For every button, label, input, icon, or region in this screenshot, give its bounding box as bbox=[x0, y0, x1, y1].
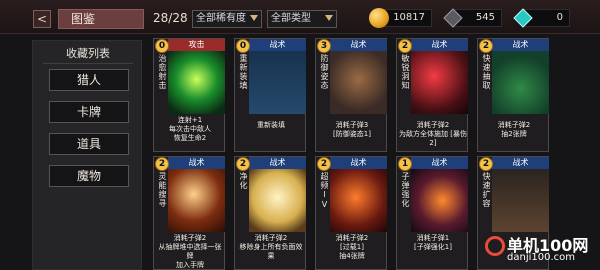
card[interactable]: 战术 2 灵能搜寻 消耗子弹2 从抽牌堆中选择一张牌 加入手牌 bbox=[153, 156, 225, 270]
card-art bbox=[492, 51, 549, 114]
gold-amount: 10817 bbox=[393, 12, 425, 23]
card-description: 消耗子弹2 从抽牌堆中选择一张牌 加入手牌 bbox=[158, 234, 222, 269]
card-art bbox=[411, 169, 468, 232]
card[interactable]: 战术 3 防御姿态 消耗子弹3 [防御姿态1] bbox=[315, 38, 387, 152]
sidebar-item-monsters[interactable]: 魔物 bbox=[49, 165, 129, 187]
card-name: 治愈射击 bbox=[158, 54, 167, 90]
page-title: 图鉴 bbox=[58, 9, 144, 29]
card-cost: 2 bbox=[155, 157, 169, 171]
collection-sidebar: 收藏列表 猎人 卡牌 道具 魔物 bbox=[32, 40, 142, 270]
teal-gem-amount: 0 bbox=[556, 12, 563, 23]
card-type: 战术 bbox=[330, 39, 387, 51]
card-description: 消耗子弹2 [过载1] 抽4张牌 bbox=[335, 234, 369, 260]
card-art bbox=[249, 169, 306, 232]
card-name: 快速抽取 bbox=[482, 54, 491, 90]
card-type: 战术 bbox=[411, 157, 468, 169]
card-type: 战术 bbox=[249, 157, 306, 169]
dark-gem-amount: 545 bbox=[475, 12, 495, 23]
card-description: 连射+1 每次击中敌人 恢复生命2 bbox=[169, 116, 211, 142]
card-art bbox=[168, 169, 225, 232]
sidebar-item-items[interactable]: 道具 bbox=[49, 133, 129, 155]
card-type: 战术 bbox=[249, 39, 306, 51]
card-cost: 2 bbox=[479, 157, 493, 171]
watermark-url: danji100.com bbox=[507, 252, 575, 263]
card-art bbox=[411, 51, 468, 114]
card-type: 战术 bbox=[492, 157, 549, 169]
card-name: 防御姿态 bbox=[320, 54, 329, 90]
gold-coin-icon bbox=[369, 8, 389, 28]
card-cost: 0 bbox=[155, 39, 169, 53]
card-art bbox=[249, 51, 306, 114]
type-filter-dropdown[interactable]: 全部类型 bbox=[267, 10, 337, 28]
card-cost: 3 bbox=[317, 39, 331, 53]
card[interactable]: 战术 2 净化 消耗子弹2 移除身上所有负面效果 bbox=[234, 156, 306, 270]
teal-gem-icon bbox=[513, 8, 533, 28]
card-type: 战术 bbox=[330, 157, 387, 169]
card-cost: 2 bbox=[398, 39, 412, 53]
card-name: 净化 bbox=[239, 172, 248, 190]
card-cost: 2 bbox=[479, 39, 493, 53]
card-art bbox=[330, 51, 387, 114]
rarity-filter-label: 全部稀有度 bbox=[196, 13, 246, 24]
dark-gem-counter: 545 bbox=[443, 8, 502, 28]
card[interactable]: 战术 2 快速抽取 消耗子弹2 抽2张牌 bbox=[477, 38, 549, 152]
card-cost: 1 bbox=[398, 157, 412, 171]
card-name: 灵能搜寻 bbox=[158, 172, 167, 208]
card[interactable]: 战术 1 子弹强化 消耗子弹1 [子弹强化1] bbox=[396, 156, 468, 270]
card-type: 攻击 bbox=[168, 39, 225, 51]
card-cost: 0 bbox=[236, 39, 250, 53]
card-name: 敏锐洞知 bbox=[401, 54, 410, 90]
card-name: 超频IV bbox=[320, 172, 329, 210]
card-art bbox=[330, 169, 387, 232]
card[interactable]: 攻击 0 治愈射击 连射+1 每次击中敌人 恢复生命2 bbox=[153, 38, 225, 152]
card-art bbox=[168, 51, 225, 114]
card[interactable]: 战术 0 重新装填 重新装填 bbox=[234, 38, 306, 152]
card-description: 消耗子弹2 抽2张牌 bbox=[497, 121, 531, 138]
sidebar-divider bbox=[43, 63, 133, 64]
gold-counter: 10817 bbox=[369, 8, 432, 28]
chevron-down-icon bbox=[250, 15, 258, 21]
card-cost: 2 bbox=[317, 157, 331, 171]
top-bar: < 图鉴 28/28 全部稀有度 全部类型 10817 545 0 bbox=[0, 0, 600, 34]
back-arrow-icon[interactable]: < bbox=[33, 10, 51, 28]
card-description: 消耗子弹1 [子弹强化1] bbox=[414, 234, 452, 251]
collection-count: 28/28 bbox=[153, 11, 188, 25]
card-name: 快速扩容 bbox=[482, 172, 491, 208]
teal-gem-counter: 0 bbox=[513, 8, 570, 28]
sidebar-item-hunter[interactable]: 猎人 bbox=[49, 69, 129, 91]
card-type: 战术 bbox=[492, 39, 549, 51]
type-filter-label: 全部类型 bbox=[271, 13, 311, 24]
sidebar-title: 收藏列表 bbox=[66, 47, 110, 60]
card-description: 重新装填 bbox=[257, 121, 285, 129]
card-type: 战术 bbox=[411, 39, 468, 51]
card-description: 消耗子弹2 为敌方全体施加 [暴伤2] bbox=[399, 121, 467, 147]
watermark-logo-icon bbox=[485, 236, 505, 256]
dark-gem-icon bbox=[443, 8, 463, 28]
sidebar-item-cards[interactable]: 卡牌 bbox=[49, 101, 129, 123]
card-type: 战术 bbox=[168, 157, 225, 169]
card-art bbox=[492, 169, 549, 232]
card-name: 重新装填 bbox=[239, 54, 248, 90]
card[interactable]: 战术 2 超频IV 消耗子弹2 [过载1] 抽4张牌 bbox=[315, 156, 387, 270]
card-description: 消耗子弹3 [防御姿态1] bbox=[333, 121, 371, 138]
card-description: 消耗子弹2 移除身上所有负面效果 bbox=[239, 234, 303, 260]
card-cost: 2 bbox=[236, 157, 250, 171]
card[interactable]: 战术 2 敏锐洞知 消耗子弹2 为敌方全体施加 [暴伤2] bbox=[396, 38, 468, 152]
card-name: 子弹强化 bbox=[401, 172, 410, 208]
site-watermark: 单机100网 danji100.com bbox=[485, 232, 599, 268]
rarity-filter-dropdown[interactable]: 全部稀有度 bbox=[192, 10, 262, 28]
chevron-down-icon bbox=[325, 15, 333, 21]
